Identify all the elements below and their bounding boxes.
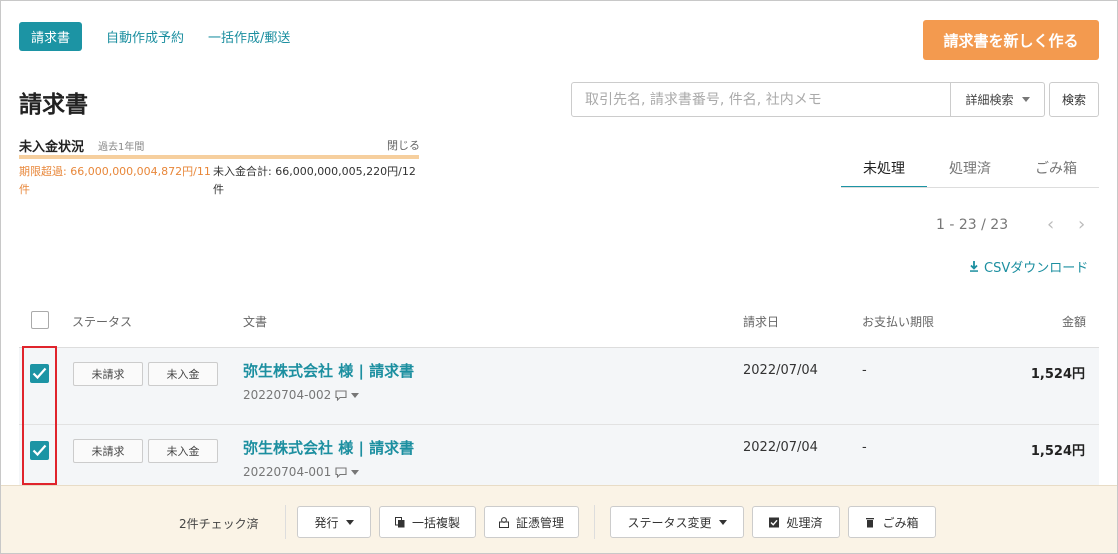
document-number-text: 20220704-002 — [243, 388, 332, 402]
status-tabs: 未処理 処理済 ごみ箱 — [841, 146, 1099, 188]
csv-download-link[interactable]: CSVダウンロード — [969, 257, 1088, 276]
document-number-text: 20220704-001 — [243, 465, 332, 479]
comment-icon[interactable] — [335, 389, 347, 401]
nav-tab-invoices[interactable]: 請求書 — [19, 22, 83, 51]
status-change-button[interactable]: ステータス変更 — [610, 506, 744, 538]
invoice-date: 2022/07/04 — [743, 440, 818, 455]
app-window: 請求書 自動作成予約 一括作成/郵送 請求書を新しく作る 請求書 詳細検索 検索… — [0, 0, 1118, 554]
nav-link-bulk-create[interactable]: 一括作成/郵送 — [208, 27, 290, 46]
document-number: 20220704-002 — [243, 388, 360, 402]
bulk-action-bar: 2件チェック済 発行 一括複製 証憑管理 ステータス変更 処理済 ごみ箱 — [1, 485, 1117, 553]
top-nav: 請求書 自動作成予約 一括作成/郵送 — [19, 22, 290, 51]
pagination-text: 1 - 23 / 23 — [936, 217, 1009, 233]
unpaid-period: 過去1年間 — [98, 142, 145, 153]
unpaid-close-link[interactable]: 閉じる — [387, 137, 420, 153]
chevron-left-icon[interactable]: ‹ — [1047, 214, 1054, 235]
trash-label: ごみ箱 — [882, 515, 919, 530]
bulk-copy-button[interactable]: 一括複製 — [379, 506, 476, 538]
checkbox-icon — [769, 517, 780, 527]
download-icon — [970, 261, 978, 272]
document-number: 20220704-001 — [243, 465, 360, 479]
mark-processed-button[interactable]: 処理済 — [752, 506, 840, 538]
tab-trash[interactable]: ごみ箱 — [1013, 146, 1099, 188]
checked-count: 2件チェック済 — [179, 517, 259, 531]
document-title-link[interactable]: 弥生株式会社 様 | 請求書 — [243, 360, 414, 381]
page-title: 請求書 — [19, 92, 88, 118]
amount: 1,524円 — [1030, 367, 1085, 382]
nav-link-auto-schedule[interactable]: 自動作成予約 — [106, 27, 184, 46]
trash-button[interactable]: ごみ箱 — [848, 506, 936, 538]
caret-down-icon — [345, 519, 354, 525]
table-row[interactable]: 未請求 未入金 弥生株式会社 様 | 請求書 20220704-002 2022… — [19, 348, 1099, 425]
select-all-checkbox[interactable] — [31, 311, 49, 329]
caret-down-icon[interactable] — [351, 392, 360, 398]
document-title-link[interactable]: 弥生株式会社 様 | 請求書 — [243, 437, 414, 458]
comment-icon[interactable] — [335, 466, 347, 478]
column-amount[interactable]: 金額 — [1062, 313, 1086, 330]
evidence-management-button[interactable]: 証憑管理 — [484, 506, 579, 538]
column-date[interactable]: 請求日 — [743, 313, 779, 330]
issue-button[interactable]: 発行 — [297, 506, 371, 538]
trash-icon — [866, 517, 875, 527]
column-status[interactable]: ステータス — [72, 313, 132, 330]
due-date: - — [862, 440, 867, 455]
tabs-divider — [841, 187, 1099, 188]
search-box: 詳細検索 — [571, 82, 1045, 117]
column-document[interactable]: 文書 — [243, 313, 267, 330]
invoice-date: 2022/07/04 — [743, 363, 818, 378]
tab-processed[interactable]: 処理済 — [927, 146, 1013, 188]
bulk-copy-label: 一括複製 — [411, 515, 460, 530]
status-tag-unpaid: 未入金 — [148, 362, 218, 386]
caret-down-icon — [1021, 97, 1030, 102]
detail-search-dropdown[interactable]: 詳細検索 — [950, 83, 1044, 116]
search-button[interactable]: 検索 — [1049, 82, 1099, 117]
csv-download-label: CSVダウンロード — [984, 261, 1089, 276]
due-date: - — [862, 363, 867, 378]
mark-processed-label: 処理済 — [786, 515, 823, 530]
status-tag-unbilled: 未請求 — [73, 439, 143, 463]
checkbox-highlight-box — [22, 346, 57, 485]
divider — [285, 505, 286, 539]
evidence-icon — [498, 516, 509, 528]
unpaid-progress-bar — [19, 155, 419, 159]
status-change-label: ステータス変更 — [627, 515, 712, 530]
amount: 1,524円 — [1030, 444, 1085, 459]
unpaid-total: 未入金合計: 66,000,000,005,220円/12件 — [213, 165, 416, 196]
chevron-right-icon[interactable]: › — [1078, 214, 1085, 235]
divider — [594, 505, 595, 539]
status-tag-unbilled: 未請求 — [73, 362, 143, 386]
create-invoice-button[interactable]: 請求書を新しく作る — [923, 20, 1099, 60]
caret-down-icon — [718, 519, 727, 525]
evidence-label: 証憑管理 — [515, 515, 564, 530]
issue-label: 発行 — [314, 515, 339, 530]
overdue-amount[interactable]: 期限超過: 66,000,000,004,872円/11件 — [19, 163, 215, 199]
column-due[interactable]: お支払い期限 — [862, 313, 934, 330]
detail-search-label: 詳細検索 — [965, 93, 1014, 107]
tab-unprocessed[interactable]: 未処理 — [841, 146, 927, 188]
caret-down-icon[interactable] — [351, 469, 360, 475]
status-tag-unpaid: 未入金 — [148, 439, 218, 463]
search-input[interactable] — [572, 83, 950, 116]
copy-icon — [394, 516, 405, 527]
unpaid-status-title: 未入金状況 — [19, 140, 85, 155]
